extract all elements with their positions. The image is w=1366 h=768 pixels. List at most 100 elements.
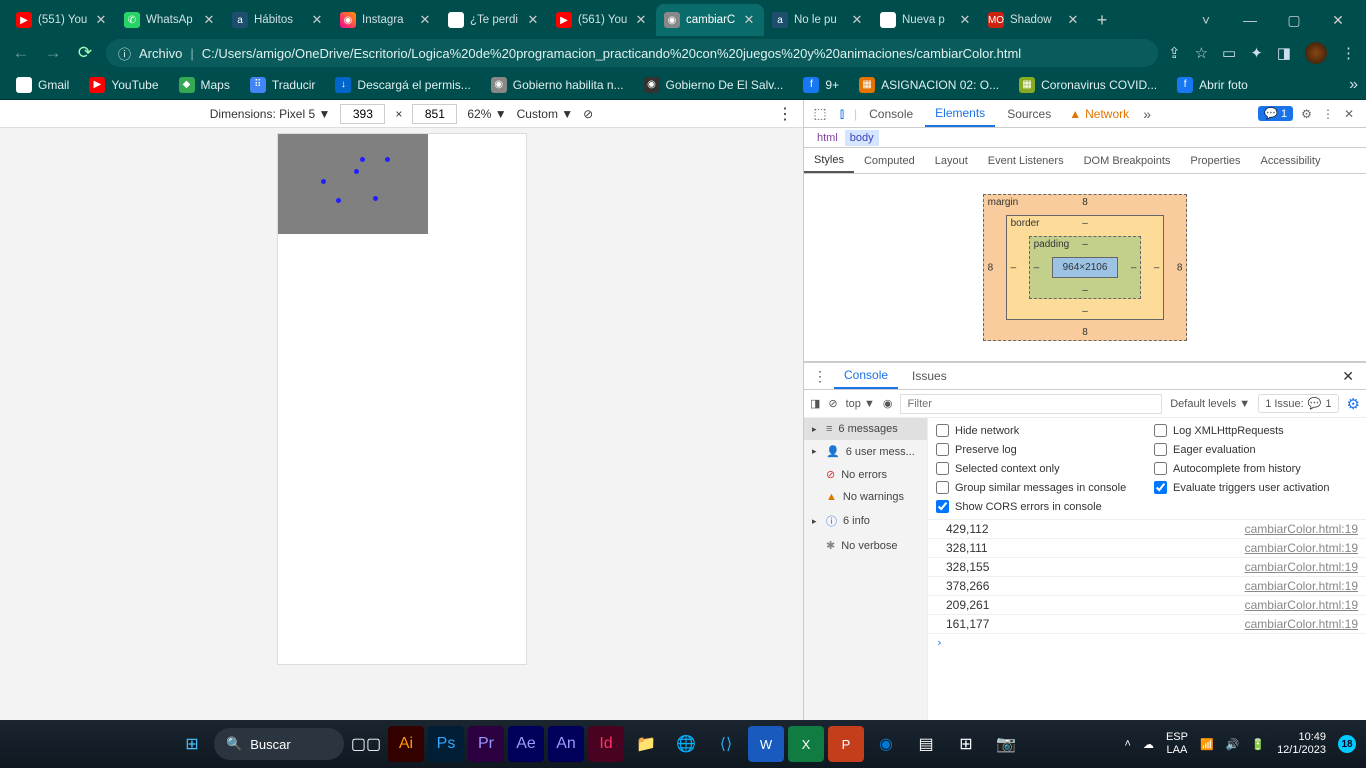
sidebar-toggle-icon[interactable]: ◨ bbox=[810, 397, 820, 410]
tab-console[interactable]: Console bbox=[859, 102, 923, 126]
indesign-icon[interactable]: Id bbox=[588, 726, 624, 762]
crumb-html[interactable]: html bbox=[812, 130, 843, 146]
star-icon[interactable]: ☆ bbox=[1195, 44, 1208, 62]
photoshop-icon[interactable]: Ps bbox=[428, 726, 464, 762]
explorer-icon[interactable]: 📁 bbox=[628, 726, 664, 762]
setting-checkbox[interactable] bbox=[1154, 443, 1167, 456]
setting-checkbox[interactable] bbox=[936, 481, 949, 494]
bookmark-item[interactable]: ▶YouTube bbox=[81, 73, 166, 97]
bookmark-item[interactable]: f9+ bbox=[795, 73, 847, 97]
console-setting[interactable]: Eager evaluation bbox=[1154, 443, 1358, 456]
console-setting[interactable]: Preserve log bbox=[936, 443, 1140, 456]
browser-tab[interactable]: M¿Te perdi✕ bbox=[440, 4, 548, 36]
taskview-icon[interactable]: ▢▢ bbox=[348, 726, 384, 762]
setting-checkbox[interactable] bbox=[936, 500, 949, 513]
minimize-icon[interactable]: — bbox=[1230, 12, 1270, 29]
more-tabs-icon[interactable]: » bbox=[1137, 106, 1157, 122]
browser-tab[interactable]: ▶(551) You✕ bbox=[8, 4, 116, 36]
console-filter-item[interactable]: ▲No warnings bbox=[804, 486, 927, 508]
word-icon[interactable]: W bbox=[748, 726, 784, 762]
clear-icon[interactable]: ⊘ bbox=[828, 397, 837, 410]
crumb-body[interactable]: body bbox=[845, 130, 879, 146]
volume-icon[interactable]: 🔊 bbox=[1226, 738, 1240, 751]
language-indicator[interactable]: ESPLAA bbox=[1166, 731, 1188, 757]
taskbar-search[interactable]: 🔍Buscar bbox=[214, 728, 344, 760]
extensions-icon[interactable]: ✦ bbox=[1250, 44, 1263, 62]
device-more-icon[interactable]: ⋮ bbox=[777, 104, 793, 124]
tab-close-icon[interactable]: ✕ bbox=[202, 13, 216, 27]
styles-tab[interactable]: DOM Breakpoints bbox=[1074, 150, 1181, 172]
console-filter-item[interactable]: ▸👤6 user mess... bbox=[804, 440, 927, 463]
profile-avatar[interactable] bbox=[1305, 42, 1327, 64]
browser-tab[interactable]: ◉Nueva p✕ bbox=[872, 4, 980, 36]
inspect-icon[interactable]: ⬚ bbox=[810, 105, 830, 122]
close-devtools-icon[interactable]: ✕ bbox=[1344, 107, 1354, 121]
console-prompt[interactable]: › bbox=[928, 634, 1366, 651]
illustrator-icon[interactable]: Ai bbox=[388, 726, 424, 762]
premiere-icon[interactable]: Pr bbox=[468, 726, 504, 762]
vscode-icon[interactable]: ⟨⟩ bbox=[708, 726, 744, 762]
browser-tab[interactable]: ▶(561) You✕ bbox=[548, 4, 656, 36]
console-setting[interactable]: Group similar messages in console bbox=[936, 481, 1140, 494]
calc-icon[interactable]: ⊞ bbox=[948, 726, 984, 762]
log-source-link[interactable]: cambiarColor.html:19 bbox=[1245, 579, 1358, 593]
setting-checkbox[interactable] bbox=[936, 424, 949, 437]
levels-select[interactable]: Default levels ▼ bbox=[1170, 398, 1250, 410]
tab-elements[interactable]: Elements bbox=[925, 101, 995, 127]
drawer-close-icon[interactable]: ✕ bbox=[1336, 368, 1360, 385]
browser-tab[interactable]: ◉cambiarC✕ bbox=[656, 4, 764, 36]
more-icon[interactable]: ⋮ bbox=[1322, 107, 1334, 121]
height-input[interactable] bbox=[412, 104, 457, 124]
drawer-tab-console[interactable]: Console bbox=[834, 363, 898, 389]
bookmark-item[interactable]: ↓Descargá el permis... bbox=[327, 73, 478, 97]
back-button[interactable]: ← bbox=[10, 43, 32, 63]
bookmark-item[interactable]: ◆Maps bbox=[171, 73, 238, 97]
address-input[interactable]: ⓘ Archivo | C:/Users/amigo/OneDrive/Escr… bbox=[106, 39, 1158, 67]
chevron-down-icon[interactable]: ˅ bbox=[1186, 12, 1226, 29]
start-icon[interactable]: ⊞ bbox=[174, 726, 210, 762]
excel-icon[interactable]: X bbox=[788, 726, 824, 762]
menu-icon[interactable]: ⋮ bbox=[1341, 44, 1356, 62]
messages-badge[interactable]: 💬 1 bbox=[1258, 106, 1293, 121]
setting-checkbox[interactable] bbox=[1154, 462, 1167, 475]
aftereffects-icon[interactable]: Ae bbox=[508, 726, 544, 762]
tab-close-icon[interactable]: ✕ bbox=[526, 13, 540, 27]
log-source-link[interactable]: cambiarColor.html:19 bbox=[1245, 560, 1358, 574]
issues-pill[interactable]: 1 Issue: 💬 1 bbox=[1258, 394, 1338, 413]
bookmark-item[interactable]: ⠿Traducir bbox=[242, 73, 324, 97]
log-source-link[interactable]: cambiarColor.html:19 bbox=[1245, 541, 1358, 555]
console-setting[interactable]: Selected context only bbox=[936, 462, 1140, 475]
styles-tab[interactable]: Styles bbox=[804, 149, 854, 173]
tab-close-icon[interactable]: ✕ bbox=[958, 13, 972, 27]
browser-tab[interactable]: aHábitos✕ bbox=[224, 4, 332, 36]
tab-close-icon[interactable]: ✕ bbox=[634, 13, 648, 27]
browser-tab[interactable]: MOShadow✕ bbox=[980, 4, 1088, 36]
camera-icon[interactable]: 📷 bbox=[988, 726, 1024, 762]
browser-tab[interactable]: ✆WhatsAp✕ bbox=[116, 4, 224, 36]
close-window-icon[interactable]: ✕ bbox=[1318, 12, 1358, 29]
bookmark-item[interactable]: ▦ASIGNACION 02: O... bbox=[851, 73, 1007, 97]
chrome-icon[interactable]: 🌐 bbox=[668, 726, 704, 762]
app-icon[interactable]: ▤ bbox=[908, 726, 944, 762]
cast-icon[interactable]: ▭ bbox=[1222, 44, 1236, 62]
styles-tab[interactable]: Computed bbox=[854, 150, 925, 172]
tab-network[interactable]: ▲Network bbox=[1063, 107, 1135, 121]
browser-tab[interactable]: aNo le pu✕ bbox=[764, 4, 872, 36]
forward-button[interactable]: → bbox=[42, 43, 64, 63]
powerpoint-icon[interactable]: P bbox=[828, 726, 864, 762]
bookmark-item[interactable]: fAbrir foto bbox=[1169, 73, 1256, 97]
setting-checkbox[interactable] bbox=[936, 462, 949, 475]
console-setting[interactable]: Show CORS errors in console bbox=[936, 500, 1140, 513]
onedrive-icon[interactable]: ☁ bbox=[1143, 738, 1154, 751]
styles-tab[interactable]: Properties bbox=[1180, 150, 1250, 172]
tab-close-icon[interactable]: ✕ bbox=[1066, 13, 1080, 27]
browser-tab[interactable]: ◉Instagra✕ bbox=[332, 4, 440, 36]
console-settings-icon[interactable]: ⚙ bbox=[1347, 395, 1360, 413]
drawer-menu-icon[interactable]: ⋮ bbox=[810, 368, 830, 385]
tab-close-icon[interactable]: ✕ bbox=[310, 13, 324, 27]
new-tab-button[interactable]: + bbox=[1088, 10, 1116, 31]
console-setting[interactable]: Hide network bbox=[936, 424, 1140, 437]
dimensions-select[interactable]: Dimensions: Pixel 5 ▼ bbox=[210, 107, 331, 121]
console-setting[interactable]: Log XMLHttpRequests bbox=[1154, 424, 1358, 437]
rotate-icon[interactable]: ⊘ bbox=[583, 107, 593, 121]
